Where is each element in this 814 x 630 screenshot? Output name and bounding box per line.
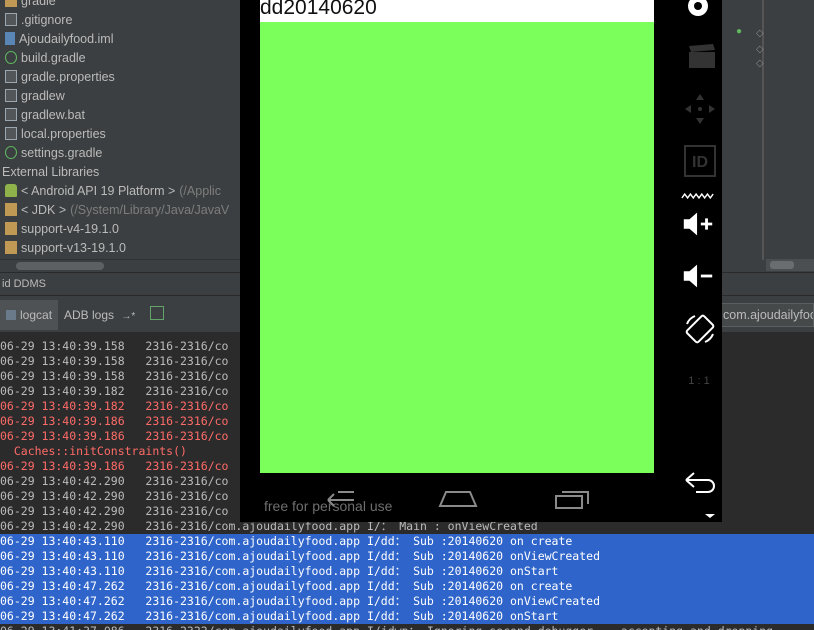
properties-file-icon	[5, 70, 17, 83]
jdk-folder-icon	[5, 203, 17, 216]
back-icon[interactable]	[682, 470, 718, 494]
tree-item[interactable]: support-v13-19.1.0	[5, 239, 126, 258]
tree-item-label: support-v13-19.1.0	[21, 241, 126, 255]
iml-file-icon	[5, 32, 15, 45]
tree-item[interactable]: < JDK > (/System/Library/Java/JavaV	[5, 201, 229, 220]
tree-item[interactable]: gradlew	[5, 87, 65, 106]
file-icon	[5, 89, 17, 102]
gradle-icon	[5, 146, 17, 159]
gradle-icon	[5, 51, 17, 64]
fold-marker-icon[interactable]: ◇	[756, 58, 764, 69]
project-tree-scrollbar[interactable]	[0, 259, 240, 272]
file-icon	[5, 13, 17, 26]
tree-item[interactable]: build.gradle	[5, 49, 86, 68]
tree-item-label: External Libraries	[2, 165, 100, 179]
zoom-1-to-1-icon[interactable]: 1 : 1	[682, 364, 716, 398]
tab-adb-logs[interactable]: ADB logs →*	[58, 300, 141, 330]
tree-item-label: gradlew.bat	[21, 108, 85, 122]
log-line[interactable]: 06-29 13:40:47.262 2316-2316/com.ajoudai…	[0, 609, 814, 624]
tree-item[interactable]: .gitignore	[5, 11, 72, 30]
tree-item[interactable]: gradle	[5, 0, 56, 11]
tree-item-label: < Android API 19 Platform >	[21, 184, 176, 198]
tree-item-label: settings.gradle	[21, 146, 103, 160]
home-button-icon[interactable]	[438, 486, 478, 510]
vertical-scrollbar[interactable]	[762, 0, 764, 260]
tree-item[interactable]: Ajoudailyfood.iml	[5, 30, 114, 49]
properties-file-icon	[5, 127, 17, 140]
tree-item[interactable]: local.properties	[5, 125, 106, 144]
log-line[interactable]: 06-29 13:40:43.110 2316-2316/com.ajoudai…	[0, 564, 814, 579]
log-line[interactable]: 06-29 13:40:43.110 2316-2316/com.ajoudai…	[0, 534, 814, 549]
fold-marker-icon[interactable]: ◇	[756, 28, 764, 39]
app-text: dd20140620	[260, 0, 377, 19]
tree-item[interactable]: External Libraries	[2, 163, 99, 182]
tab-adb-logs-label: ADB logs	[64, 308, 115, 322]
tree-item-label: < JDK >	[21, 203, 67, 217]
scrollbar-thumb[interactable]	[16, 262, 104, 270]
pin-tab-icon[interactable]: →*	[121, 311, 135, 322]
tree-item[interactable]: settings.gradle	[5, 144, 102, 163]
tab-logcat[interactable]: logcat	[0, 300, 59, 330]
log-line[interactable]: 06-29 13:40:43.110 2316-2316/com.ajoudai…	[0, 549, 814, 564]
expand-more-icon[interactable]	[692, 512, 728, 520]
dpad-icon[interactable]	[682, 92, 718, 126]
svg-text:ID: ID	[692, 154, 708, 171]
screen-capture-icon[interactable]	[150, 306, 164, 320]
package-filter-dropdown[interactable]: com.ajoudailyfood.app	[720, 303, 814, 327]
file-icon	[5, 108, 17, 121]
recent-apps-button-icon[interactable]	[554, 486, 592, 510]
signal-strip-icon	[681, 192, 714, 200]
tree-item-label: gradle	[21, 0, 56, 8]
log-line[interactable]: 06-29 13:41:37.086 2316-2322/com.ajoudai…	[0, 624, 814, 630]
tree-item-label: .gitignore	[21, 13, 73, 27]
tree-item[interactable]: gradle.properties	[5, 68, 115, 87]
tree-item-path: (/Applic	[179, 184, 221, 198]
volume-down-icon[interactable]	[680, 260, 716, 292]
volume-up-icon[interactable]	[680, 208, 716, 240]
app-content-area[interactable]	[260, 22, 654, 473]
tree-item[interactable]: gradlew.bat	[5, 106, 85, 125]
tree-item-label: gradlew	[21, 89, 65, 103]
fold-marker-icon[interactable]: ◇	[756, 44, 764, 55]
zoom-label: 1 : 1	[688, 375, 710, 387]
tree-item[interactable]: support-v4-19.1.0	[5, 220, 119, 239]
tree-item-label: Ajoudailyfood.iml	[19, 32, 114, 46]
library-icon	[5, 241, 17, 254]
log-line[interactable]: 06-29 13:40:47.262 2316-2316/com.ajoudai…	[0, 594, 814, 609]
android-icon	[5, 184, 17, 197]
folder-icon	[5, 0, 17, 7]
back-button-icon[interactable]	[324, 486, 360, 510]
logcat-icon	[6, 310, 16, 320]
project-tree: gradle .gitignore Ajoudailyfood.iml build.g…	[0, 0, 240, 272]
ddms-title: id DDMS	[2, 278, 47, 290]
log-line[interactable]: 06-29 13:40:47.262 2316-2316/com.ajoudai…	[0, 579, 814, 594]
tree-item[interactable]: < Android API 19 Platform > (/Applic	[5, 182, 221, 201]
breakpoint-icon[interactable]: ●	[736, 26, 742, 37]
library-icon	[5, 222, 17, 235]
camera-icon[interactable]	[680, 0, 716, 22]
emulator-window[interactable]: dd20140620 free for personal use ID 1 :	[240, 0, 722, 522]
scrollbar-thumb[interactable]	[770, 261, 794, 269]
app-header: dd20140620	[260, 0, 654, 22]
editor-gutter: ● ◇ ◇ ◇	[722, 0, 814, 272]
tree-item-label: local.properties	[21, 127, 106, 141]
tree-item-label: gradle.properties	[21, 70, 115, 84]
rotate-icon[interactable]	[682, 312, 718, 346]
tab-logcat-label: logcat	[20, 308, 53, 322]
tree-item-label: support-v4-19.1.0	[21, 222, 119, 236]
video-clapper-icon[interactable]	[684, 42, 720, 70]
id-icon[interactable]: ID	[682, 144, 718, 178]
tree-item-label: build.gradle	[21, 51, 86, 65]
tree-item-path: (/System/Library/Java/JavaV	[70, 203, 230, 217]
